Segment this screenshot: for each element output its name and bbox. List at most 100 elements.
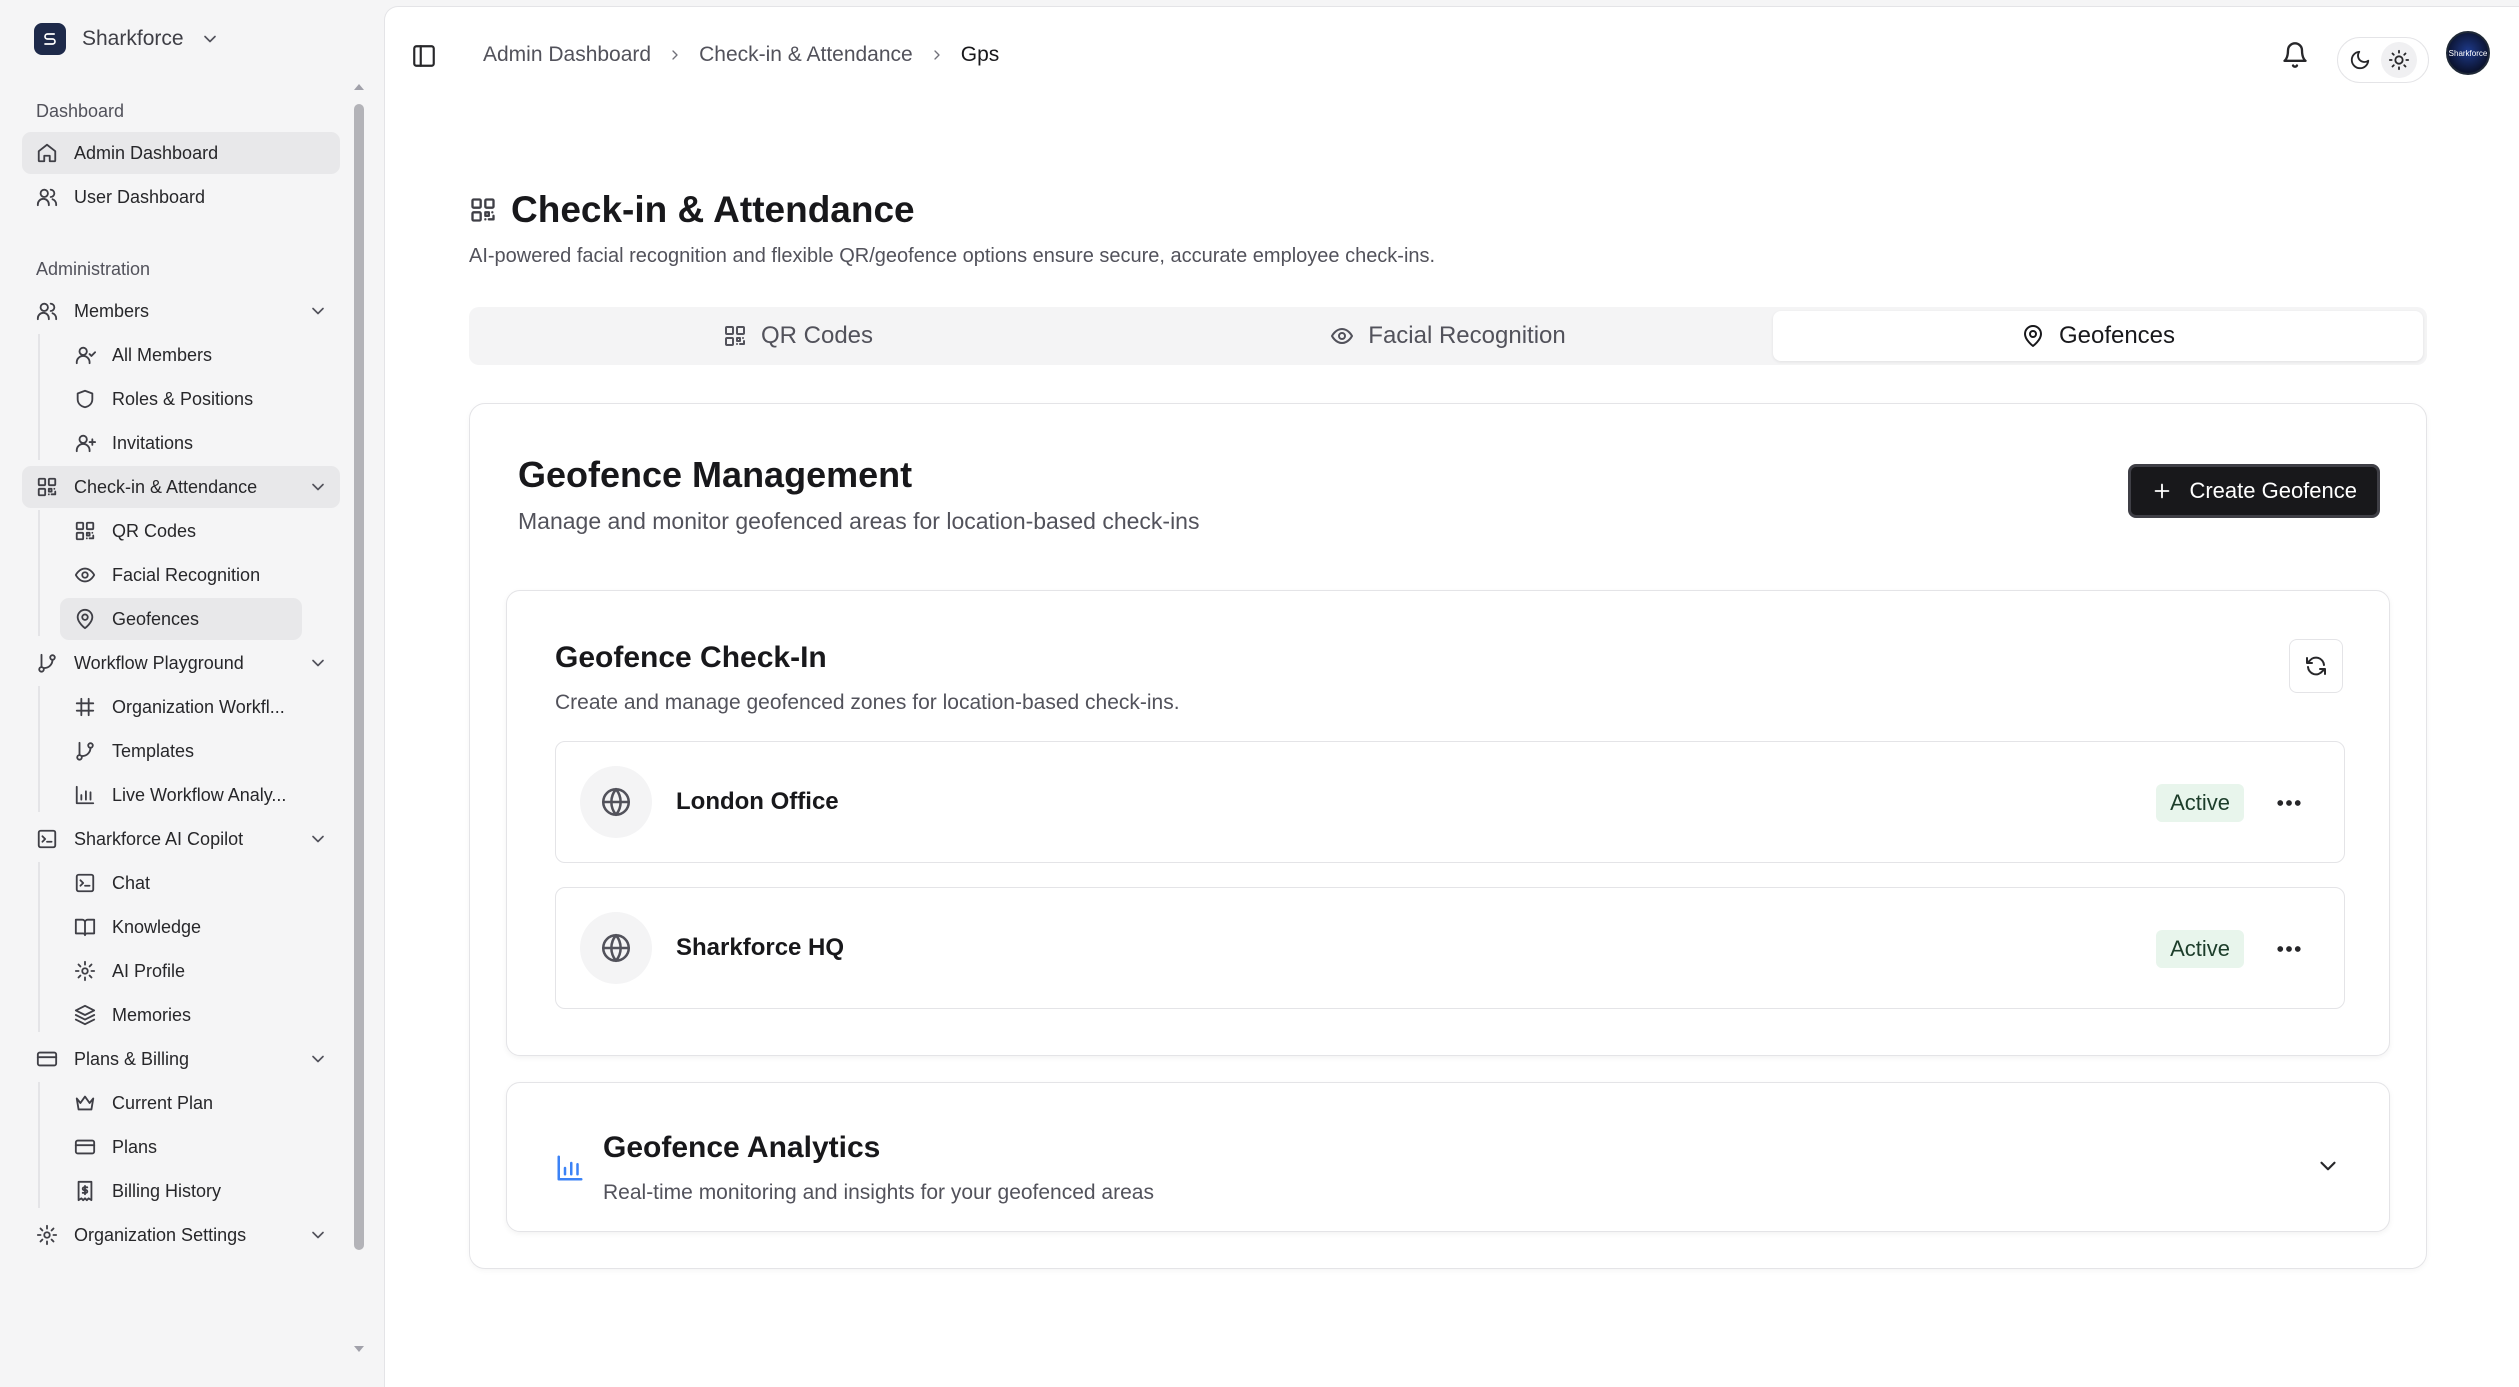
list-item[interactable]: Sharkforce HQ Active [555,887,2345,1009]
geofence-analytics-collapsible[interactable]: Geofence Analytics Real-time monitoring … [506,1082,2390,1232]
sidebar-item-billing-history[interactable]: Billing History [60,1170,302,1212]
page-description: AI-powered facial recognition and flexib… [469,245,1436,267]
geofence-management-card: Geofence Management Manage and monitor g… [469,403,2427,1269]
analytics-title: Geofence Analytics [603,1131,881,1164]
sidebar-item-plans[interactable]: Plans [60,1126,302,1168]
sidebar-item-label: Plans & Billing [74,1048,190,1069]
sidebar-item-label: Workflow Playground [74,652,244,673]
sidebar-item-label: QR Codes [112,520,197,541]
breadcrumb: Admin Dashboard Check-in & Attendance Gp… [483,43,999,67]
sidebar-scrollbar[interactable] [352,76,366,1356]
checkin-title: Geofence Check-In [555,641,827,674]
git-branch-icon [76,741,94,761]
user-plus-icon [75,434,96,453]
qr-code-icon [75,521,95,541]
page-title-text: Check-in & Attendance [511,189,915,230]
analytics-description: Real-time monitoring and insights for yo… [603,1181,1154,1204]
management-title: Geofence Management [518,454,913,495]
management-description: Manage and monitor geofenced areas for l… [518,508,1200,534]
sidebar-item-knowledge[interactable]: Knowledge [60,906,302,948]
status-badge: Active [2156,930,2244,968]
layers-icon [74,1004,96,1026]
sidebar-item-roles-positions[interactable]: Roles & Positions [60,378,302,420]
eye-icon [1331,328,1354,344]
sidebar-item-members[interactable]: Members [22,290,340,332]
scroll-thumb[interactable] [354,104,364,1250]
sidebar-item-label: Invitations [112,432,194,453]
sidebar-item-facial-recognition[interactable]: Facial Recognition [60,554,302,596]
user-icon [75,346,96,365]
sidebar-item-label: Knowledge [112,916,202,937]
list-item[interactable]: London Office Active [555,741,2345,863]
chevron-down-icon [203,35,216,43]
sidebar-item-label: Chat [112,872,151,893]
theme-toggle[interactable] [2337,37,2429,83]
sidebar-item-admin-dashboard[interactable]: Admin Dashboard [22,132,340,174]
scroll-up-arrow-icon[interactable] [352,80,366,94]
tab-list: QR Codes Facial Recognition Geofences [469,307,2427,365]
org-switcher[interactable]: Sharkforce [34,22,220,56]
chevron-down-icon [312,835,324,843]
terminal-square-icon [37,829,57,849]
sidebar-item-current-plan[interactable]: Current Plan [60,1082,302,1124]
more-horizontal-icon[interactable] [2274,788,2304,818]
sidebar-item-plans-billing[interactable]: Plans & Billing [22,1038,340,1080]
crown-icon [75,1095,95,1111]
sidebar-item-checkin-attendance[interactable]: Check-in & Attendance [22,466,340,508]
sidebar-item-label: User Dashboard [74,186,206,207]
sidebar-item-label: Memories [112,1004,192,1025]
tab-label: Geofences [2058,322,2176,349]
sidebar-item-user-dashboard[interactable]: User Dashboard [22,176,340,218]
credit-card-icon [36,1051,58,1067]
bell-icon[interactable] [2281,41,2309,69]
checkin-description: Create and manage geofenced zones for lo… [555,691,1180,714]
sidebar-toggle-icon[interactable] [411,43,437,69]
bar-chart-icon [557,1155,583,1181]
moon-icon[interactable] [2349,49,2371,71]
gear-icon [36,1224,58,1246]
scroll-down-arrow-icon[interactable] [352,1342,366,1356]
avatar-text: Sharkforce [2448,48,2488,58]
status-badge: Active [2156,784,2244,822]
chevron-down-icon [312,1231,324,1239]
sidebar-item-label: Sharkforce AI Copilot [74,828,244,849]
main-panel: Admin Dashboard Check-in & Attendance Gp… [384,6,2519,1387]
sidebar-item-workflow-playground[interactable]: Workflow Playground [22,642,340,684]
avatar[interactable]: Sharkforce [2446,31,2490,75]
hash-frame-icon [75,697,95,717]
tab-geofences[interactable]: Geofences [1773,311,2423,361]
sidebar-item-invitations[interactable]: Invitations [60,422,302,464]
sun-button[interactable] [2381,42,2417,78]
refresh-button[interactable] [2289,639,2343,693]
sidebar-item-qr-codes[interactable]: QR Codes [60,510,302,552]
sidebar-item-memories[interactable]: Memories [60,994,302,1036]
sidebar-item-all-members[interactable]: All Members [60,334,302,376]
sidebar-item-ai-copilot[interactable]: Sharkforce AI Copilot [22,818,340,860]
sidebar-item-label: Plans [112,1136,158,1157]
sidebar-item-label: All Members [112,344,213,365]
org-name: Sharkforce [82,27,184,50]
chevron-down-icon[interactable] [2315,1153,2341,1179]
sun-icon [2388,49,2410,71]
tab-qr-codes[interactable]: QR Codes [473,311,1123,361]
sidebar-item-chat[interactable]: Chat [60,862,302,904]
breadcrumb-checkin-attendance[interactable]: Check-in & Attendance [699,43,913,67]
create-geofence-label: Create Geofence [2189,478,2357,503]
shield-icon [76,389,94,409]
tab-facial-recognition[interactable]: Facial Recognition [1123,311,1773,361]
create-geofence-button[interactable]: Create Geofence [2128,464,2380,518]
sidebar-item-label: Live Workflow Analy... [112,784,287,805]
receipt-dollar-icon [77,1180,93,1202]
sidebar-item-ai-profile[interactable]: AI Profile [60,950,302,992]
sidebar-item-geofences[interactable]: Geofences [60,598,302,640]
breadcrumb-admin-dashboard[interactable]: Admin Dashboard [483,43,651,67]
more-horizontal-icon[interactable] [2274,934,2304,964]
refresh-icon [2306,656,2326,676]
sidebar-item-label: Organization Settings [74,1224,247,1245]
sidebar-item-live-workflow-analytics[interactable]: Live Workflow Analy... [60,774,302,816]
sidebar-item-templates[interactable]: Templates [60,730,302,772]
sidebar-item-label: Current Plan [112,1092,214,1113]
bar-chart-icon [75,785,95,805]
sidebar-item-organization-settings[interactable]: Organization Settings [22,1214,340,1256]
sidebar-item-organization-workflows[interactable]: Organization Workfl... [60,686,302,728]
